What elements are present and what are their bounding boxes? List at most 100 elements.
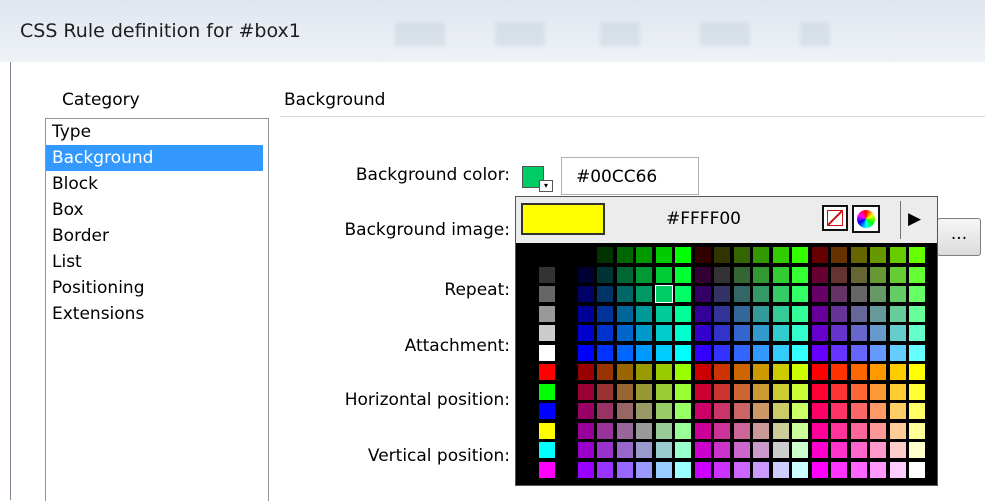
color-swatch-cell[interactable]	[830, 285, 848, 303]
color-swatch-cell[interactable]	[810, 304, 829, 323]
spacer-swatch[interactable]	[518, 304, 536, 323]
color-swatch-cell[interactable]	[771, 363, 790, 381]
gray-swatch[interactable]	[537, 402, 556, 420]
spacer-swatch[interactable]	[557, 285, 575, 303]
color-swatch-cell[interactable]	[674, 421, 692, 440]
color-swatch-cell[interactable]	[635, 421, 653, 440]
color-swatch-cell[interactable]	[830, 363, 848, 381]
color-swatch-cell[interactable]	[869, 343, 887, 362]
color-swatch-cell[interactable]	[674, 304, 692, 323]
color-swatch-cell[interactable]	[596, 324, 614, 342]
color-swatch-cell[interactable]	[576, 441, 595, 459]
color-swatch-cell[interactable]	[771, 324, 790, 342]
color-swatch-cell[interactable]	[810, 285, 829, 303]
color-swatch-cell[interactable]	[576, 304, 595, 323]
color-swatch-cell[interactable]	[849, 304, 868, 323]
color-swatch-cell[interactable]	[732, 343, 751, 362]
color-swatch-cell[interactable]	[830, 421, 848, 440]
triangle-right-icon[interactable]: ▶	[908, 209, 921, 229]
color-swatch-cell[interactable]	[888, 304, 907, 323]
color-swatch-cell[interactable]	[654, 382, 673, 401]
spacer-swatch[interactable]	[557, 265, 575, 284]
color-swatch-cell[interactable]	[615, 363, 634, 381]
color-swatch-cell[interactable]	[654, 265, 673, 284]
color-swatch-cell[interactable]	[596, 363, 614, 381]
color-swatch-cell[interactable]	[791, 460, 809, 479]
color-swatch-cell[interactable]	[693, 304, 712, 323]
category-item-block[interactable]: Block	[46, 171, 263, 197]
color-swatch-cell[interactable]	[713, 382, 731, 401]
color-swatch-cell[interactable]	[732, 421, 751, 440]
color-swatch-cell[interactable]	[752, 421, 770, 440]
color-swatch-cell[interactable]	[576, 324, 595, 342]
category-item-background[interactable]: Background	[46, 145, 263, 171]
color-swatch-cell[interactable]	[908, 265, 926, 284]
color-swatch-cell[interactable]	[635, 460, 653, 479]
color-swatch-cell[interactable]	[888, 246, 907, 264]
color-swatch-cell[interactable]	[869, 363, 887, 381]
spacer-swatch[interactable]	[518, 402, 536, 420]
color-swatch-cell[interactable]	[635, 304, 653, 323]
color-swatch-cell[interactable]	[693, 421, 712, 440]
color-wheel-icon[interactable]	[852, 205, 880, 233]
color-swatch-cell[interactable]	[908, 324, 926, 342]
color-swatch-cell[interactable]	[849, 285, 868, 303]
color-swatch-cell[interactable]	[732, 402, 751, 420]
gray-swatch[interactable]	[537, 382, 556, 401]
color-swatch-cell[interactable]	[615, 304, 634, 323]
color-swatch-cell[interactable]	[888, 265, 907, 284]
color-swatch-cell[interactable]	[596, 421, 614, 440]
color-swatch-cell[interactable]	[654, 343, 673, 362]
color-swatch-cell[interactable]	[869, 382, 887, 401]
color-swatch-cell[interactable]	[869, 246, 887, 264]
color-swatch-cell[interactable]	[732, 460, 751, 479]
color-swatch-cell[interactable]	[810, 324, 829, 342]
spacer-swatch[interactable]	[518, 343, 536, 362]
color-swatch-cell[interactable]	[713, 304, 731, 323]
spacer-swatch[interactable]	[518, 441, 536, 459]
color-swatch-cell[interactable]	[752, 460, 770, 479]
color-swatch-cell[interactable]	[771, 382, 790, 401]
color-swatch-cell[interactable]	[849, 441, 868, 459]
color-swatch-cell[interactable]	[908, 402, 926, 420]
color-swatch-cell[interactable]	[869, 304, 887, 323]
color-swatch-cell[interactable]	[830, 304, 848, 323]
color-swatch-cell[interactable]	[713, 460, 731, 479]
color-swatch-cell[interactable]	[849, 363, 868, 381]
spacer-swatch[interactable]	[557, 441, 575, 459]
color-swatch-cell[interactable]	[576, 265, 595, 284]
color-swatch-cell[interactable]	[791, 265, 809, 284]
color-swatch-cell[interactable]	[654, 441, 673, 459]
color-swatch-cell[interactable]	[693, 382, 712, 401]
color-swatch-cell[interactable]	[654, 402, 673, 420]
color-swatch-cell[interactable]	[849, 421, 868, 440]
color-swatch-cell[interactable]	[654, 363, 673, 381]
color-swatch-cell[interactable]	[693, 363, 712, 381]
spacer-swatch[interactable]	[557, 246, 575, 264]
color-swatch-cell[interactable]	[830, 265, 848, 284]
color-swatch-cell[interactable]	[713, 265, 731, 284]
color-swatch-cell[interactable]	[674, 324, 692, 342]
color-swatch-cell[interactable]	[635, 402, 653, 420]
color-swatch-cell[interactable]	[810, 421, 829, 440]
color-swatch-cell[interactable]	[869, 285, 887, 303]
gray-swatch[interactable]	[537, 441, 556, 459]
color-swatch-cell[interactable]	[810, 265, 829, 284]
color-swatch-cell[interactable]	[810, 460, 829, 479]
color-swatch-cell[interactable]	[732, 324, 751, 342]
category-item-type[interactable]: Type	[46, 119, 263, 145]
color-swatch-cell[interactable]	[791, 421, 809, 440]
color-swatch-cell[interactable]	[888, 421, 907, 440]
color-swatch-cell[interactable]	[615, 460, 634, 479]
color-swatch-cell[interactable]	[615, 421, 634, 440]
color-swatch-cell[interactable]	[849, 382, 868, 401]
color-swatch-cell[interactable]	[752, 304, 770, 323]
color-swatch-cell[interactable]	[693, 460, 712, 479]
color-swatch-cell[interactable]	[849, 402, 868, 420]
color-swatch-cell[interactable]	[713, 402, 731, 420]
color-swatch-cell[interactable]	[576, 460, 595, 479]
color-swatch-cell[interactable]	[908, 363, 926, 381]
color-swatch-cell[interactable]	[732, 246, 751, 264]
color-swatch-cell[interactable]	[752, 285, 770, 303]
color-swatch-cell[interactable]	[752, 265, 770, 284]
